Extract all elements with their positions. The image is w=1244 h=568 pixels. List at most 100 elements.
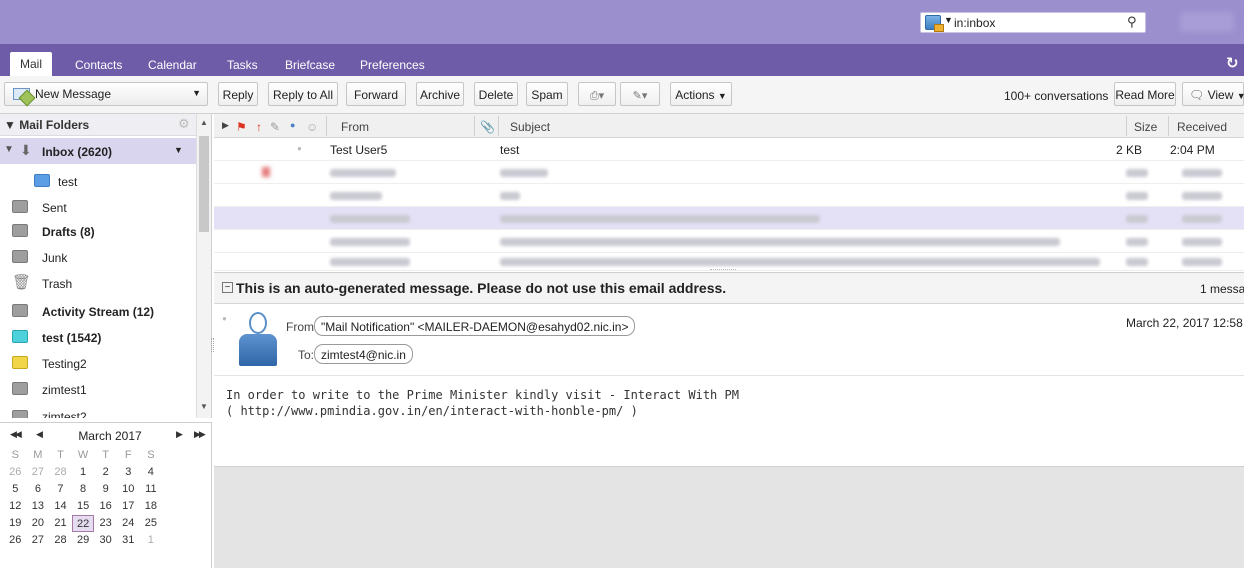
column-divider[interactable]: [474, 116, 475, 136]
folder-test[interactable]: test: [0, 168, 196, 194]
calendar-day[interactable]: 1: [72, 464, 95, 481]
from-address-bubble[interactable]: "Mail Notification" <MAILER-DAEMON@esahy…: [314, 316, 636, 336]
spam-button[interactable]: Spam: [526, 82, 568, 106]
attachment-column-icon[interactable]: 📎: [480, 120, 495, 134]
column-divider[interactable]: [498, 116, 499, 136]
message-body-line[interactable]: ( http://www.pmindia.gov.in/en/interact-…: [226, 404, 638, 418]
refresh-icon[interactable]: ↻: [1226, 54, 1239, 72]
collapse-icon[interactable]: −: [222, 282, 233, 293]
next-month-icon[interactable]: ▶: [176, 429, 183, 440]
calendar-day[interactable]: 5: [4, 481, 27, 498]
folder-test-1542[interactable]: test (1542): [0, 324, 196, 350]
column-divider[interactable]: [326, 116, 327, 136]
calendar-day[interactable]: 21: [49, 515, 72, 532]
calendar-day[interactable]: 23: [94, 515, 117, 532]
calendar-day[interactable]: 15: [72, 498, 95, 515]
search-icon[interactable]: ⚲: [1127, 14, 1137, 30]
calendar-day[interactable]: 26: [4, 532, 27, 549]
message-row-blurred[interactable]: [214, 207, 1244, 230]
calendar-day[interactable]: 27: [27, 532, 50, 549]
tab-mail[interactable]: Mail: [10, 52, 53, 76]
read-status-column-icon[interactable]: ●: [290, 120, 295, 130]
calendar-day[interactable]: 14: [49, 498, 72, 515]
folder-activity-stream[interactable]: Activity Stream (12): [0, 298, 196, 324]
column-divider[interactable]: [1126, 116, 1127, 136]
tab-calendar[interactable]: Calendar: [148, 53, 197, 73]
tag-column-icon[interactable]: ✎: [270, 120, 280, 134]
read-status-icon[interactable]: ●: [297, 144, 302, 153]
calendar-day[interactable]: 12: [4, 498, 27, 515]
calendar-day[interactable]: 25: [140, 515, 163, 532]
calendar-day[interactable]: 11: [140, 481, 163, 498]
prev-year-icon[interactable]: ◀◀: [10, 429, 22, 440]
calendar-day[interactable]: 2: [94, 464, 117, 481]
print-menu-button[interactable]: ⎙▾: [578, 82, 616, 106]
message-row-blurred[interactable]: [214, 161, 1244, 184]
column-divider[interactable]: [1168, 116, 1169, 136]
people-column-icon[interactable]: ☺: [306, 120, 318, 134]
tab-briefcase[interactable]: Briefcase: [285, 53, 335, 73]
actions-menu-button[interactable]: Actions ▼: [670, 82, 732, 106]
calendar-day[interactable]: 8: [72, 481, 95, 498]
calendar-day[interactable]: 17: [117, 498, 140, 515]
new-message-button[interactable]: New Message ▼: [4, 82, 208, 106]
calendar-day[interactable]: 13: [27, 498, 50, 515]
prev-month-icon[interactable]: ◀: [36, 429, 43, 440]
calendar-day[interactable]: 20: [27, 515, 50, 532]
read-status-icon[interactable]: ●: [222, 314, 227, 323]
column-header-received[interactable]: Received: [1177, 120, 1227, 134]
tab-contacts[interactable]: Contacts: [75, 53, 122, 73]
priority-column-icon[interactable]: ↑: [256, 120, 262, 134]
user-name-blurred[interactable]: [1180, 12, 1234, 32]
forward-button[interactable]: Forward: [346, 82, 406, 106]
calendar-day[interactable]: 18: [140, 498, 163, 515]
left-pane-splitter[interactable]: [211, 338, 214, 352]
scroll-down-icon[interactable]: ▼: [200, 402, 208, 411]
folder-junk[interactable]: Junk: [0, 244, 196, 270]
calendar-day[interactable]: 4: [140, 464, 163, 481]
chevron-down-icon[interactable]: ▼: [174, 145, 183, 155]
column-header-size[interactable]: Size: [1134, 120, 1157, 134]
scrollbar-thumb[interactable]: [199, 136, 209, 232]
search-input[interactable]: [954, 14, 1124, 31]
calendar-day[interactable]: 30: [94, 532, 117, 549]
flag-column-icon[interactable]: ⚑: [236, 120, 247, 134]
flag-icon[interactable]: [262, 167, 270, 177]
chevron-down-icon[interactable]: ▼: [944, 15, 953, 25]
folder-scrollbar[interactable]: ▲ ▼: [196, 114, 211, 418]
reply-all-button[interactable]: Reply to All: [268, 82, 338, 106]
message-row-blurred[interactable]: [214, 230, 1244, 253]
to-address-bubble[interactable]: zimtest4@nic.in: [314, 344, 413, 364]
view-menu-button[interactable]: 🗨 View ▼: [1182, 82, 1244, 106]
calendar-day[interactable]: 29: [72, 532, 95, 549]
mail-folders-header[interactable]: ▼ Mail Folders ⚙: [0, 114, 196, 136]
calendar-day-today[interactable]: 22: [71, 515, 95, 532]
expand-icon[interactable]: ▼: [4, 144, 14, 155]
calendar-day[interactable]: 7: [49, 481, 72, 498]
search-scope-icon[interactable]: [925, 15, 944, 32]
read-more-button[interactable]: Read More: [1114, 82, 1176, 106]
column-header-subject[interactable]: Subject: [510, 120, 550, 134]
message-row-blurred[interactable]: [214, 184, 1244, 207]
folder-sent[interactable]: Sent: [0, 194, 196, 220]
tab-preferences[interactable]: Preferences: [360, 53, 425, 73]
calendar-day[interactable]: 24: [117, 515, 140, 532]
column-header-from[interactable]: From: [341, 120, 369, 134]
calendar-day[interactable]: 6: [27, 481, 50, 498]
calendar-day[interactable]: 1: [140, 532, 163, 549]
calendar-day[interactable]: 19: [4, 515, 27, 532]
next-year-icon[interactable]: ▶▶: [194, 429, 206, 440]
message-row[interactable]: ● Test User5 test 2 KB 2:04 PM: [214, 138, 1244, 161]
folder-zimtest2[interactable]: zimtest2: [0, 404, 196, 418]
calendar-day[interactable]: 28: [49, 464, 72, 481]
scroll-up-icon[interactable]: ▲: [200, 118, 208, 127]
gear-icon[interactable]: ⚙: [178, 116, 190, 132]
calendar-day[interactable]: 26: [4, 464, 27, 481]
archive-button[interactable]: Archive: [416, 82, 464, 106]
folder-trash[interactable]: 🗑 Trash: [0, 270, 196, 296]
chevron-down-icon[interactable]: ▼: [192, 88, 201, 98]
expand-all-icon[interactable]: ▶: [222, 120, 229, 131]
calendar-day[interactable]: 27: [27, 464, 50, 481]
calendar-day[interactable]: 3: [117, 464, 140, 481]
calendar-month-title[interactable]: March 2017: [70, 429, 150, 443]
